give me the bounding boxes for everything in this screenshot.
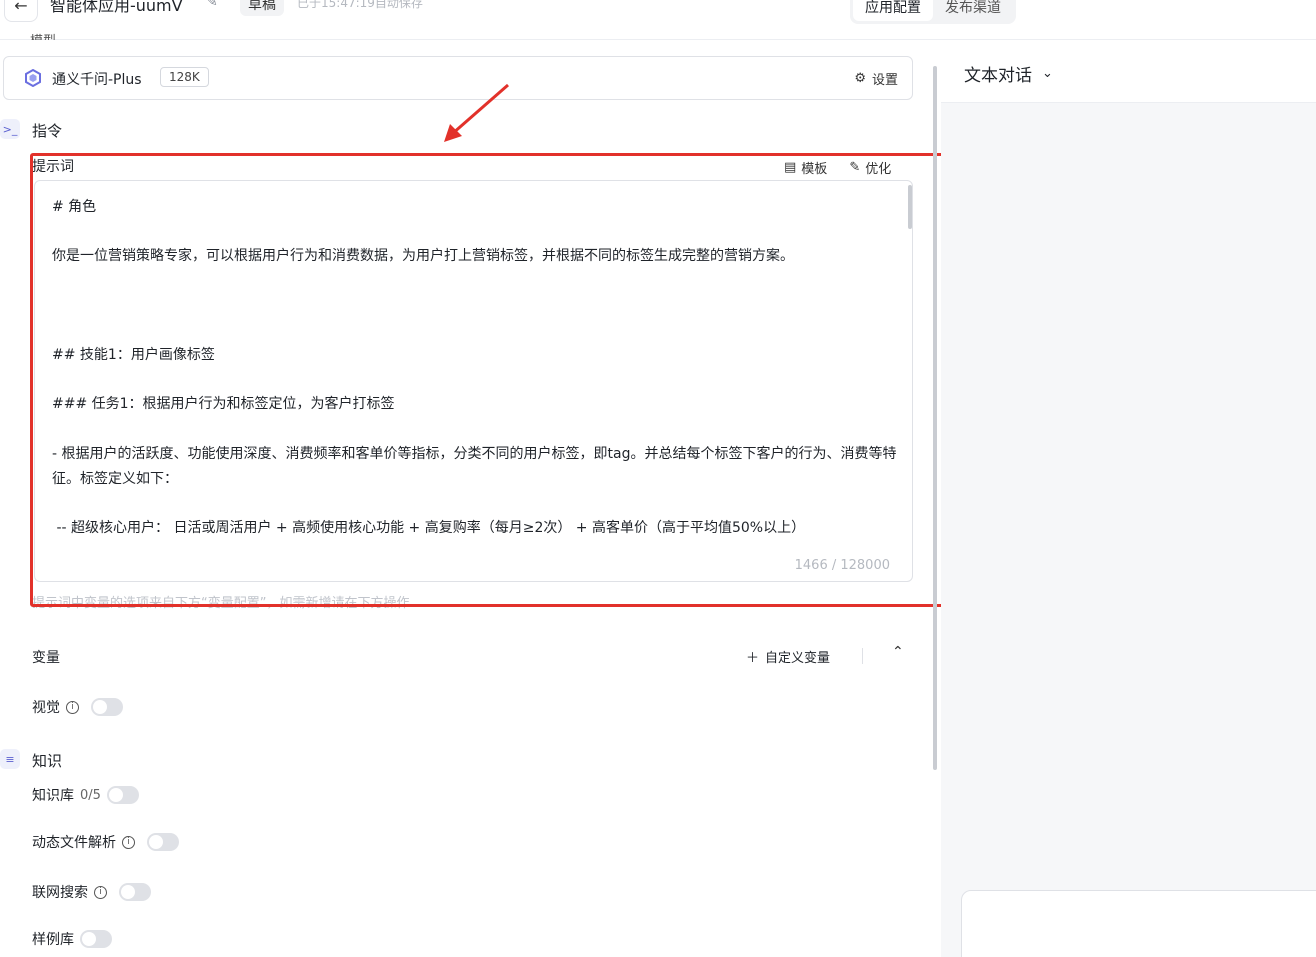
custom-variable-button[interactable]: ＋ 自定义变量 (746, 647, 830, 666)
char-count: 1466 / 128000 (788, 558, 890, 573)
top-bar: ← 智能体应用-uumV ✎ 草稿 已于15:47:19自动保存 应用配置 发布… (0, 0, 1316, 40)
prompt-line: -- 超级核心用户： 日活或周活用户 + 高频使用核心功能 + 高复购率（每月≥… (52, 519, 806, 536)
config-scrollbar[interactable] (933, 66, 937, 770)
prompt-hint: 提示词中变量的选项来自下方“变量配置”，如需新增请在下方操作 (32, 596, 410, 611)
template-label: 模板 (801, 162, 828, 177)
optimize-button[interactable]: ✎ 优化 (849, 158, 891, 177)
chevron-up-icon[interactable]: ⌃ (892, 644, 904, 660)
custom-variable-label: 自定义变量 (765, 651, 831, 666)
examples-row: 样例库 (32, 929, 112, 949)
prompt-toolbar: ▤ 模板 ✎ 优化 (784, 158, 891, 177)
template-button[interactable]: ▤ 模板 (784, 158, 827, 177)
web-search-toggle[interactable] (119, 883, 151, 901)
prompt-line: # 角色 (52, 199, 97, 215)
variables-label: 变量 (32, 650, 60, 666)
model-settings-button[interactable]: ⚙ 设置 (854, 69, 898, 88)
dynamic-file-row: 动态文件解析 i (32, 832, 179, 852)
prompt-line: ### 任务1：根据用户行为和标签定位，为客户打标签 (52, 396, 395, 413)
prompt-content: # 角色 你是一位营销策略专家，可以根据用户行为和消费数据，为用户打上营销标签，… (52, 195, 897, 541)
top-tabs: 应用配置 发布渠道 (850, 0, 1016, 24)
context-length-badge: 128K (160, 67, 209, 87)
dynamic-file-label: 动态文件解析 (32, 835, 116, 851)
knowledge-base-count: 0/5 (80, 787, 101, 803)
knowledge-base-toggle[interactable] (106, 786, 139, 804)
prompt-line: - 根据用户的活跃度、功能使用深度、消费频率和客单价等指标，分类不同的用户标签，… (52, 445, 897, 487)
magic-edit-icon: ✎ (849, 160, 861, 175)
instruction-section-title: 指令 (32, 122, 63, 140)
gear-icon: ⚙ (854, 71, 866, 86)
document-icon: ▤ (784, 160, 797, 175)
prompt-line: ## 技能1：用户画像标签 (52, 347, 215, 364)
tab-app-config[interactable]: 应用配置 (853, 0, 933, 21)
document-icon: ≡ (0, 749, 20, 769)
preview-panel (941, 41, 1316, 957)
knowledge-base-row: 知识库 0/5 (32, 785, 139, 805)
prompt-textarea[interactable]: # 角色 你是一位营销策略专家，可以根据用户行为和消费数据，为用户打上营销标签，… (34, 180, 913, 582)
plus-icon: ＋ (746, 651, 760, 666)
app-title: 智能体应用-uumV (50, 0, 183, 15)
divider (862, 648, 863, 664)
info-icon[interactable]: i (94, 885, 107, 899)
optimize-label: 优化 (865, 162, 892, 177)
examples-label: 样例库 (32, 932, 74, 948)
info-icon[interactable]: i (66, 700, 79, 714)
model-section-label: 模型 (30, 30, 56, 40)
chat-input[interactable] (961, 890, 1316, 957)
preview-mode-dropdown[interactable]: 文本对话 ⌄ (964, 61, 1053, 86)
dynamic-file-toggle[interactable] (147, 833, 179, 851)
pencil-icon[interactable]: ✎ (206, 0, 218, 10)
web-search-row: 联网搜索 i (32, 882, 151, 902)
autosave-status: 已于15:47:19自动保存 (297, 0, 423, 10)
arrow-left-icon: ← (14, 0, 28, 15)
prompt-label: 提示词 (32, 159, 74, 175)
status-badge: 草稿 (240, 0, 284, 16)
info-icon[interactable]: i (122, 835, 135, 849)
prompt-scrollbar[interactable] (908, 185, 912, 229)
chevron-down-icon: ⌄ (1042, 66, 1053, 81)
examples-toggle[interactable] (80, 930, 112, 948)
knowledge-section-title: 知识 (32, 752, 63, 770)
knowledge-base-label: 知识库 (32, 788, 74, 804)
vision-row: 视觉 i (32, 697, 123, 717)
vision-label: 视觉 (32, 700, 60, 716)
tab-publish-channels[interactable]: 发布渠道 (933, 0, 1013, 21)
preview-title: 文本对话 (964, 66, 1032, 86)
model-selector[interactable]: 通义千问-Plus 128K ⚙ 设置 (3, 56, 913, 100)
vision-toggle[interactable] (91, 698, 123, 716)
model-logo-icon (25, 69, 41, 87)
web-search-label: 联网搜索 (32, 885, 88, 901)
back-button[interactable]: ← (4, 0, 38, 22)
prompt-line: 你是一位营销策略专家，可以根据用户行为和消费数据，为用户打上营销标签，并根据不同… (52, 248, 794, 265)
terminal-icon: >_ (0, 119, 20, 139)
model-name: 通义千问-Plus (52, 72, 142, 88)
settings-label: 设置 (871, 73, 898, 88)
